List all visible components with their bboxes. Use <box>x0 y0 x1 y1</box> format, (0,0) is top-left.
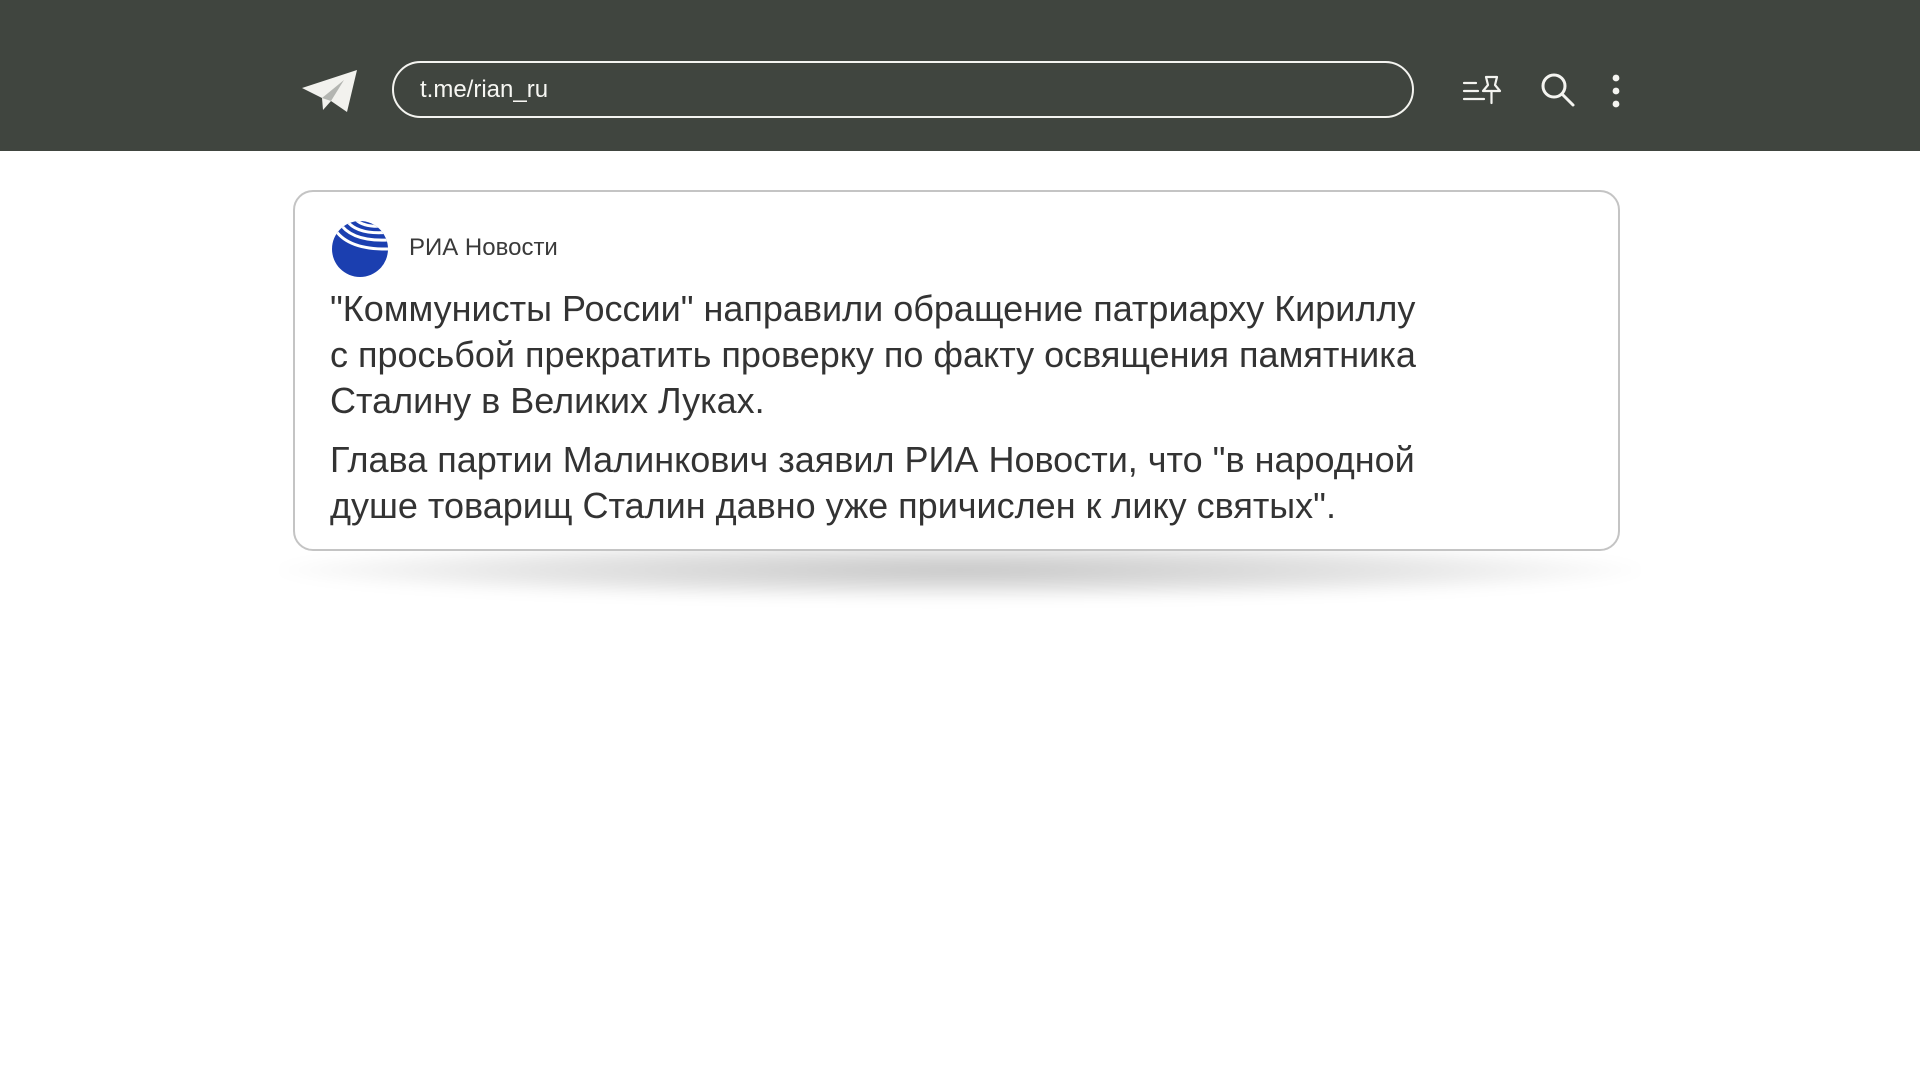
more-vertical-icon[interactable] <box>1608 74 1624 108</box>
telegram-icon[interactable] <box>300 68 360 114</box>
ria-novosti-globe-icon[interactable] <box>331 220 389 278</box>
post-card: РИА Новости "Коммунисты России" направил… <box>293 190 1620 551</box>
pinned-list-icon[interactable] <box>1462 74 1504 106</box>
search-icon[interactable] <box>1540 72 1576 108</box>
post-paragraph-1: "Коммунисты России" направили обращение … <box>330 288 1416 421</box>
channel-name[interactable]: РИА Новости <box>409 234 558 262</box>
url-field[interactable] <box>392 61 1414 118</box>
top-bar <box>0 0 1920 151</box>
post-paragraph-2: Глава партии Малинкович заявил РИА Новос… <box>330 439 1415 526</box>
